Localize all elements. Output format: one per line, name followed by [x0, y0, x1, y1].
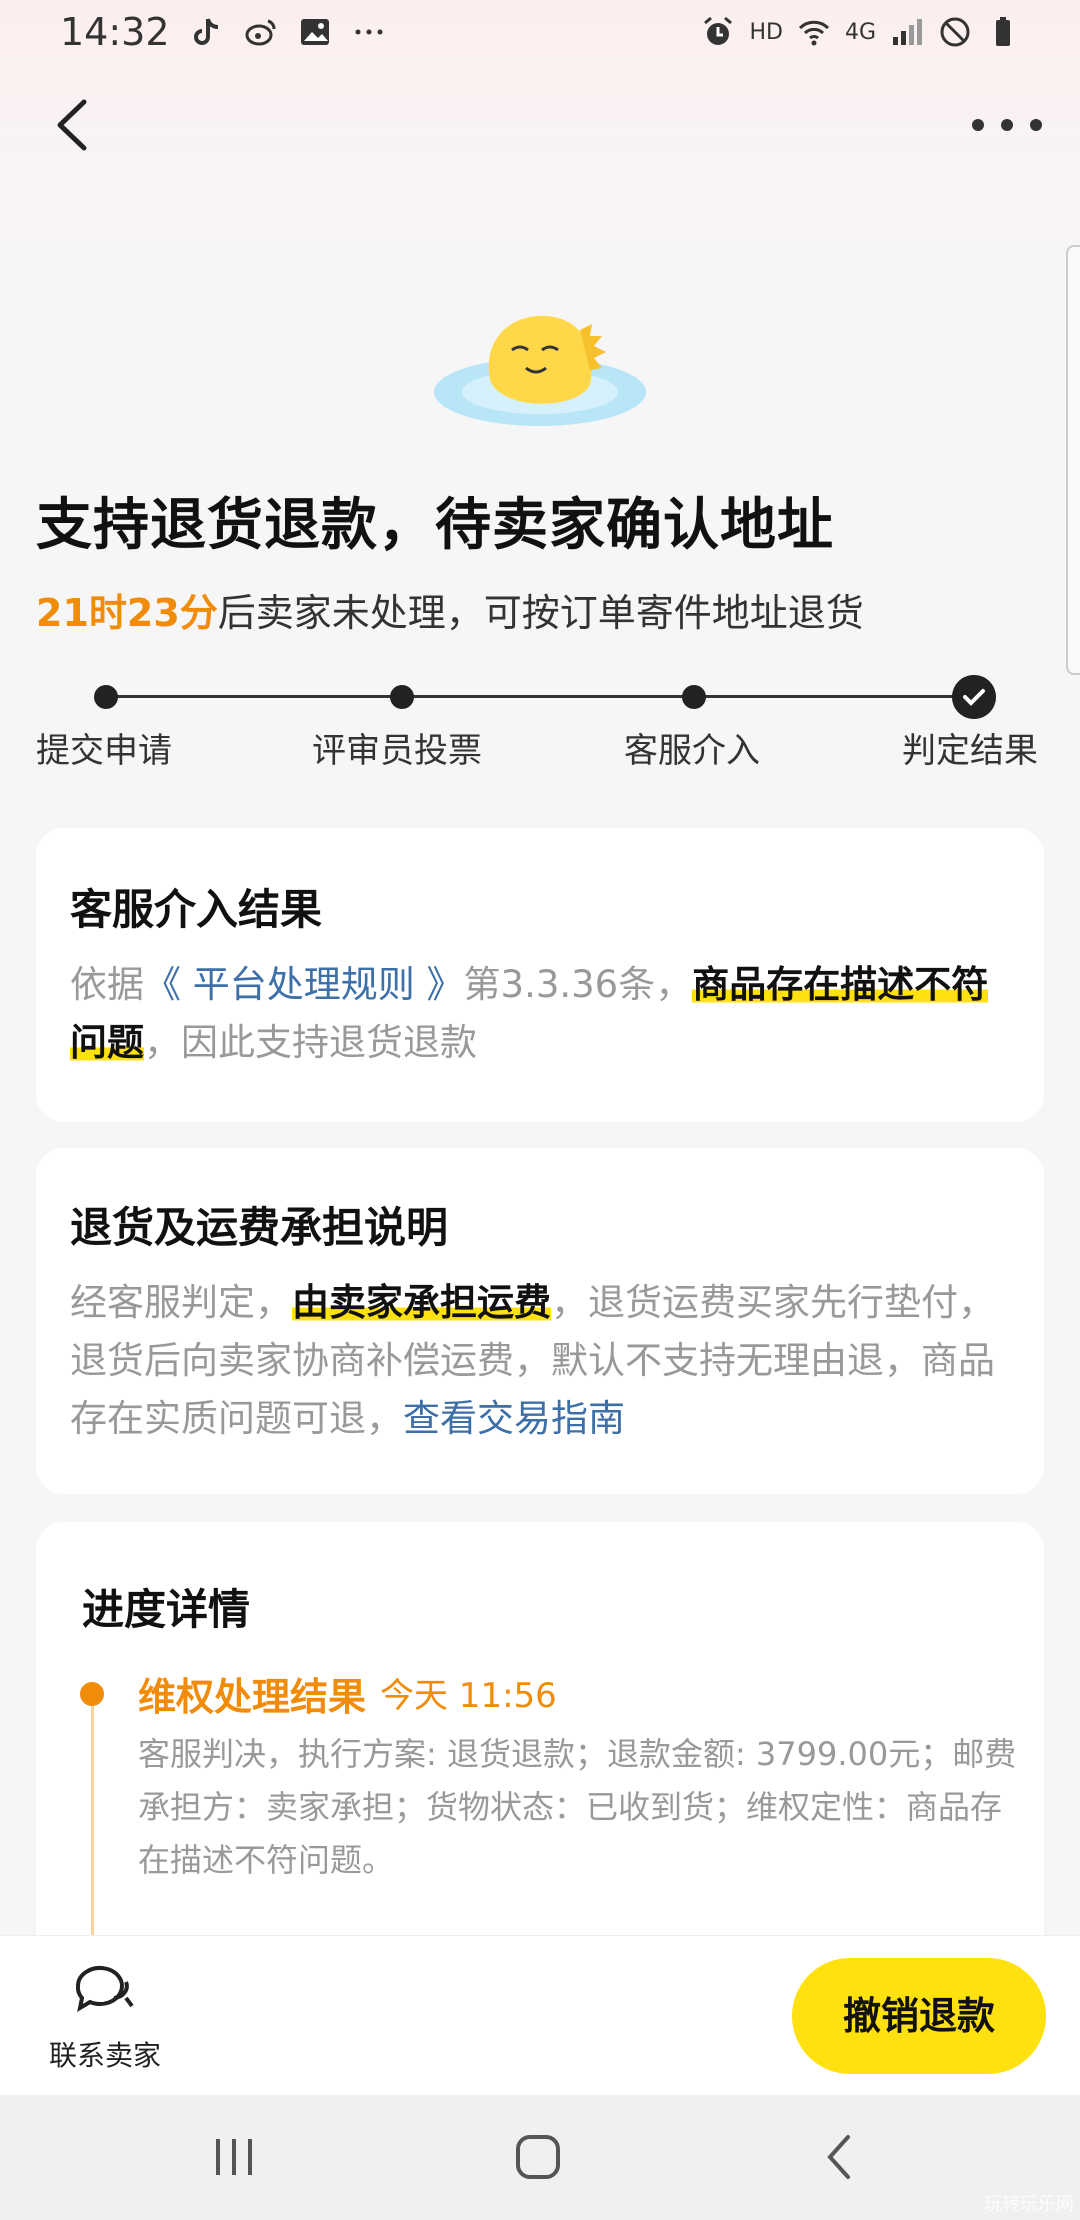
page-title: 支持退货退款，待卖家确认地址	[36, 493, 834, 558]
countdown-notice: 21时23分后卖家未处理，可按订单寄件地址退货	[36, 582, 864, 637]
status-time: 14:32	[60, 10, 170, 54]
more-dots-icon[interactable]	[972, 108, 1042, 142]
system-nav-bar: 玩转玩乐网	[0, 2095, 1080, 2220]
signal-icon	[893, 19, 922, 45]
highlight-text: 由卖家承担运费	[292, 1281, 551, 1324]
step-connector	[106, 695, 402, 698]
result-card-text: 依据《 平台处理规则 》第3.3.36条，商品存在描述不符问题，因此支持退货退款	[70, 956, 1010, 1072]
page: 14:32 HD 4G 支持退货退款，待卖家确认地址 21时23分后卖家未处理，…	[0, 0, 1080, 2220]
shipping-card-title: 退货及运费承担说明	[70, 1203, 449, 1252]
alarm-icon	[704, 16, 733, 45]
check-icon	[952, 675, 996, 719]
timeline-title: 维权处理结果	[138, 1675, 367, 1719]
step-label: 提交申请	[36, 731, 172, 771]
countdown-time: 21时23分	[36, 591, 218, 635]
timeline-line	[91, 1706, 94, 1936]
weibo-icon	[245, 19, 276, 46]
contact-seller-button[interactable]: 联系卖家	[30, 1936, 180, 2096]
step-connector	[694, 695, 974, 698]
step-dot	[682, 685, 706, 709]
progress-card-title: 进度详情	[82, 1585, 251, 1634]
step-label: 评审员投票	[312, 731, 482, 771]
rule-link[interactable]: 《 平台处理规则 》	[144, 963, 464, 1006]
dot	[1030, 119, 1042, 131]
tiktok-icon	[193, 18, 218, 45]
timeline-dot	[80, 1682, 104, 1706]
hd-label: HD	[749, 19, 783, 45]
result-card-title: 客服介入结果	[70, 885, 323, 934]
home-icon[interactable]	[506, 2125, 570, 2189]
status-bar: 14:32 HD 4G	[0, 0, 1080, 64]
timeline-time: 今天 11:56	[380, 1676, 557, 1716]
step-label: 判定结果	[902, 731, 1038, 771]
shipping-card: 退货及运费承担说明 经客服判定，由卖家承担运费，退货运费买家先行垫付，退货后向卖…	[36, 1148, 1044, 1494]
battery-icon	[996, 17, 1010, 46]
step-connector	[402, 695, 694, 698]
back-icon[interactable]	[808, 2125, 872, 2189]
watermark: 玩转玩乐网	[984, 2194, 1074, 2215]
result-card: 客服介入结果 依据《 平台处理规则 》第3.3.36条，商品存在描述不符问题，因…	[36, 828, 1044, 1122]
step-dot	[390, 685, 414, 709]
network-label: 4G	[844, 19, 876, 45]
do-not-disturb-icon	[940, 17, 970, 47]
cancel-refund-button[interactable]: 撤销退款	[792, 1958, 1046, 2074]
wifi-icon	[798, 20, 830, 46]
guide-link[interactable]: 查看交易指南	[403, 1397, 625, 1440]
dot	[972, 119, 984, 131]
text: 依据	[70, 963, 144, 1006]
mascot-illustration	[434, 315, 646, 426]
chat-bubbles-icon	[75, 1965, 134, 2013]
recent-apps-icon[interactable]	[202, 2125, 266, 2189]
bottom-action-bar: 联系卖家 撤销退款	[0, 1935, 1080, 2095]
shipping-card-text: 经客服判定，由卖家承担运费，退货运费买家先行垫付，退货后向卖家协商补偿运费，默认…	[70, 1274, 1010, 1448]
timeline-desc: 客服判决，执行方案: 退货退款；退款金额: 3799.00元；邮费承担方：卖家承…	[138, 1735, 1017, 1879]
countdown-text: 后卖家未处理，可按订单寄件地址退货	[217, 591, 864, 635]
back-arrow-icon[interactable]	[44, 92, 104, 158]
text: 经客服判定，	[70, 1281, 292, 1324]
step-dot	[94, 685, 118, 709]
step-label: 客服介入	[624, 731, 760, 771]
text: 第3.3.36条，	[463, 963, 693, 1006]
more-notifications-icon	[355, 29, 383, 35]
dot	[1001, 119, 1013, 131]
contact-seller-label: 联系卖家	[48, 2039, 161, 2072]
side-scroll-handle[interactable]	[1066, 245, 1080, 675]
text: ，因此支持退货退款	[144, 1021, 477, 1064]
gallery-icon	[300, 19, 329, 45]
